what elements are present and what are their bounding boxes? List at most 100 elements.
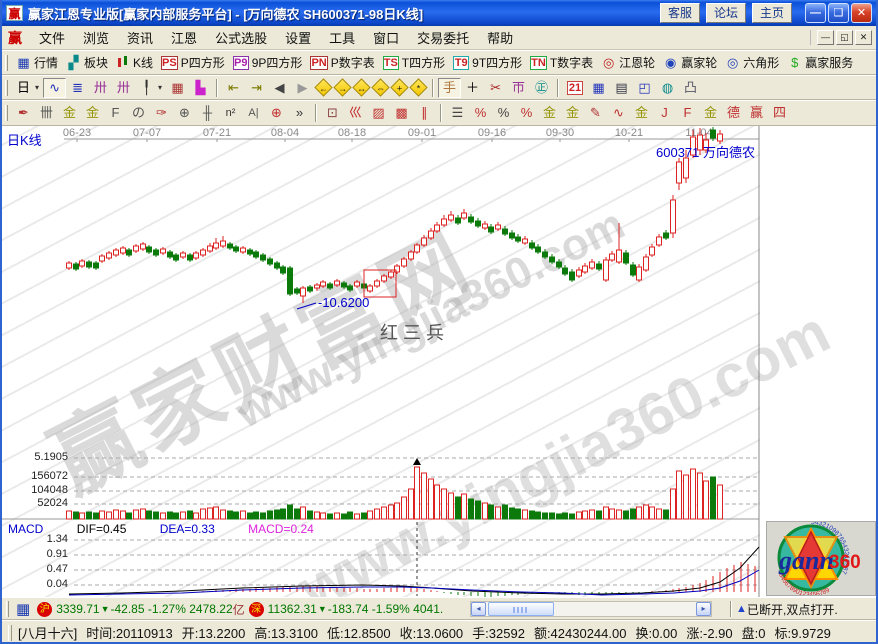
- hexagon-button[interactable]: ◎六角形: [721, 52, 783, 73]
- gold-circle-button[interactable]: 金: [538, 103, 561, 123]
- fib-fence-button[interactable]: F: [104, 103, 127, 123]
- cycle-circle-button[interactable]: ⊕: [173, 103, 196, 123]
- menu-item-1[interactable]: 浏览: [74, 26, 118, 49]
- scrollbar-thumb[interactable]: [488, 602, 554, 616]
- customer-service-button[interactable]: 客服: [660, 3, 700, 23]
- winner-wheel-button[interactable]: ◉赢家轮: [659, 52, 721, 73]
- menu-item-8[interactable]: 交易委托: [408, 26, 478, 49]
- calculator-button[interactable]: ▦: [587, 78, 610, 98]
- cut-tool-button[interactable]: ✂: [484, 78, 507, 98]
- single-candle-button[interactable]: ╿▾: [135, 78, 166, 98]
- percent-plain-button[interactable]: %: [492, 103, 515, 123]
- gold-box-button[interactable]: 金: [630, 103, 653, 123]
- fan-lines-button[interactable]: 巛: [344, 103, 367, 123]
- chart-region[interactable]: 赢家财富网 www.yingjia360.com www.yingjia360.…: [2, 126, 876, 597]
- nav-first-button[interactable]: ⇤: [222, 78, 245, 98]
- menu-item-6[interactable]: 工具: [320, 26, 364, 49]
- hand-tool-button[interactable]: 手: [438, 78, 461, 98]
- crosshair-tool-button[interactable]: ＋: [461, 78, 484, 98]
- shift-left-button[interactable]: ←: [314, 78, 332, 96]
- print-button[interactable]: 凸: [679, 78, 702, 98]
- menu-item-4[interactable]: 公式选股: [206, 26, 276, 49]
- child-minimize-button[interactable]: —: [817, 30, 834, 45]
- gann-grid-button[interactable]: ▦: [166, 78, 189, 98]
- kline-button[interactable]: K线: [112, 52, 157, 73]
- percent-slash-button[interactable]: %: [469, 103, 492, 123]
- t-square-button[interactable]: TST四方形: [379, 52, 449, 73]
- homepage-button[interactable]: 主页: [752, 3, 792, 23]
- wave-gold-button[interactable]: ∿: [607, 103, 630, 123]
- n-square-button[interactable]: n²: [219, 103, 242, 123]
- winner-service-button[interactable]: $赢家服务: [783, 52, 857, 73]
- more-chevron-button[interactable]: »: [288, 103, 311, 123]
- toolbar-grip[interactable]: [5, 105, 8, 121]
- red-compass-button[interactable]: ⊕: [265, 103, 288, 123]
- zoom-expand-button[interactable]: ⇔: [371, 78, 389, 96]
- scroll-right-button[interactable]: ▸: [696, 602, 711, 616]
- connection-status[interactable]: 已断开,双点打开.: [747, 601, 838, 618]
- t-table-button[interactable]: TNT数字表: [526, 52, 597, 73]
- zoom-fit-button[interactable]: *: [409, 78, 427, 96]
- gann-fence-button[interactable]: 卌: [35, 103, 58, 123]
- gold-fence-1-button[interactable]: 金: [58, 103, 81, 123]
- chart-style-button[interactable]: ∿: [43, 78, 66, 98]
- save-button[interactable]: ◰: [633, 78, 656, 98]
- parallel-lines-button[interactable]: ∥: [413, 103, 436, 123]
- brush-fence-button[interactable]: ✑: [150, 103, 173, 123]
- nav-next-button[interactable]: ▶: [291, 78, 314, 98]
- zoom-all-button[interactable]: +: [390, 78, 408, 96]
- menu-item-2[interactable]: 资讯: [118, 26, 162, 49]
- save-web-button[interactable]: ◍: [656, 78, 679, 98]
- menu-item-9[interactable]: 帮助: [478, 26, 522, 49]
- shift-right-button[interactable]: →: [333, 78, 351, 96]
- menu-item-0[interactable]: 文件: [30, 26, 74, 49]
- quotes-button[interactable]: ▦行情: [12, 52, 62, 73]
- sectors-button[interactable]: ▞板块: [62, 52, 112, 73]
- angle-f-button[interactable]: F: [676, 103, 699, 123]
- minimize-button[interactable]: —: [805, 3, 826, 23]
- spiral-tool-button[interactable]: の: [127, 103, 150, 123]
- menu-item-3[interactable]: 江恩: [162, 26, 206, 49]
- label-tool-button[interactable]: 帀: [507, 78, 530, 98]
- gann-wheel-button[interactable]: ◎江恩轮: [597, 52, 659, 73]
- box-corner-button[interactable]: ⊡: [321, 103, 344, 123]
- toolbar-grip[interactable]: [5, 55, 8, 71]
- quote-report-button[interactable]: ≣: [66, 78, 89, 98]
- hatch-box-1-button[interactable]: ▨: [367, 103, 390, 123]
- angle-win-button[interactable]: 赢: [745, 103, 768, 123]
- percent-line-button[interactable]: %: [515, 103, 538, 123]
- 9t-square-button[interactable]: T99T四方形: [449, 52, 526, 73]
- gold-fence-2-button[interactable]: 金: [81, 103, 104, 123]
- analyze-tool-button[interactable]: ㊣: [530, 78, 553, 98]
- scroll-left-button[interactable]: ◂: [471, 602, 486, 616]
- p-square-button[interactable]: PSP四方形: [157, 52, 229, 73]
- close-button[interactable]: ✕: [851, 3, 872, 23]
- brush-tool-button[interactable]: ✒: [12, 103, 35, 123]
- nav-last-button[interactable]: ⇥: [245, 78, 268, 98]
- period-day-button[interactable]: 日▾: [12, 78, 43, 98]
- notes-button[interactable]: ▤: [610, 78, 633, 98]
- angle-j-button[interactable]: J: [653, 103, 676, 123]
- gold-lines-button[interactable]: 金: [561, 103, 584, 123]
- pen-bars-button[interactable]: ✎: [584, 103, 607, 123]
- color-histogram-button[interactable]: ▙: [189, 78, 212, 98]
- zoom-horizontal-button[interactable]: ↔: [352, 78, 370, 96]
- hatch-box-2-button[interactable]: ▩: [390, 103, 413, 123]
- angle-four-button[interactable]: 四: [768, 103, 791, 123]
- calendar-button[interactable]: 21: [563, 79, 587, 97]
- steps-tool-button[interactable]: ☰: [446, 103, 469, 123]
- maximize-button[interactable]: ❑: [828, 3, 849, 23]
- child-restore-button[interactable]: ◱: [836, 30, 853, 45]
- angle-a-button[interactable]: A|: [242, 103, 265, 123]
- forum-button[interactable]: 论坛: [706, 3, 746, 23]
- 9p-square-button[interactable]: P99P四方形: [229, 52, 307, 73]
- p-table-button[interactable]: PNP数字表: [306, 52, 378, 73]
- toolbar-grip[interactable]: [5, 80, 8, 96]
- bars-3min-button[interactable]: 卅: [89, 78, 112, 98]
- angle-gold-button[interactable]: 金: [699, 103, 722, 123]
- nav-prev-button[interactable]: ◀: [268, 78, 291, 98]
- menu-item-7[interactable]: 窗口: [364, 26, 408, 49]
- menu-item-5[interactable]: 设置: [276, 26, 320, 49]
- child-close-button[interactable]: ✕: [855, 30, 872, 45]
- bars-9min-button[interactable]: 卅: [112, 78, 135, 98]
